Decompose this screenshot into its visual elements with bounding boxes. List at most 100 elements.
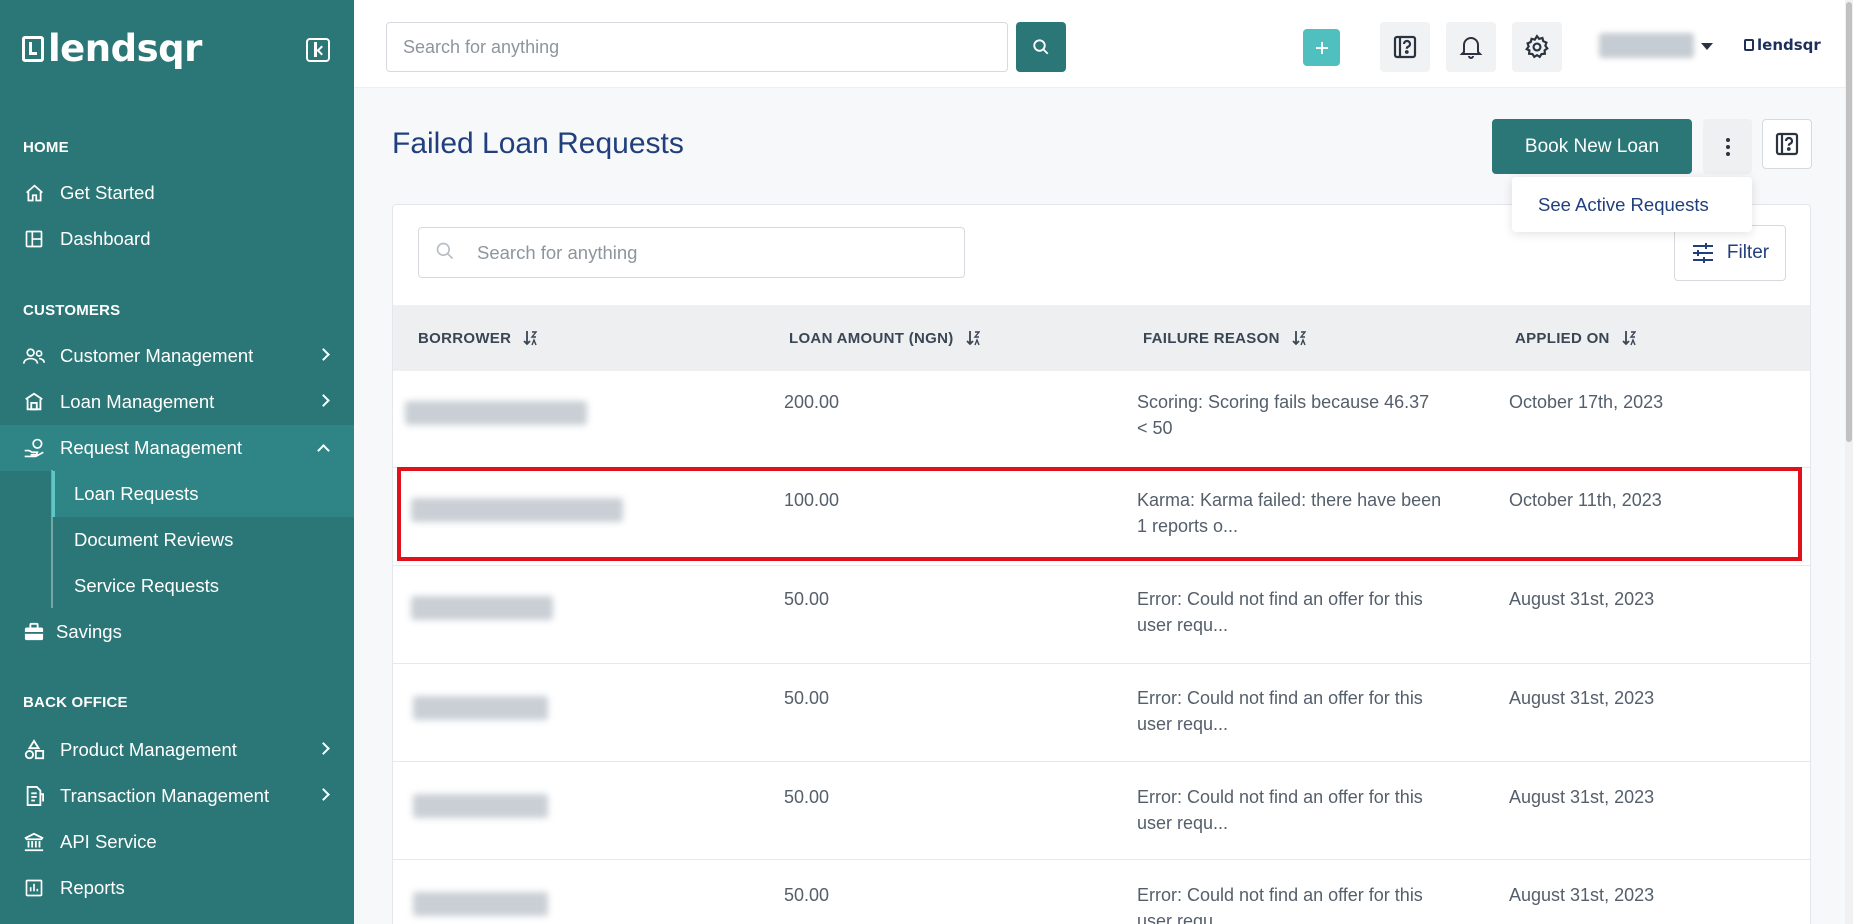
- page-scrollbar[interactable]: [1845, 0, 1853, 924]
- sidebar-item-service-requests[interactable]: Service Requests: [52, 563, 354, 609]
- table-row[interactable]: 50.00 Error: Could not find an offer for…: [393, 664, 1810, 762]
- sidebar-item-product-management[interactable]: Product Management: [0, 727, 354, 773]
- org-logo: lendsqr: [1744, 36, 1821, 54]
- table-search[interactable]: [418, 227, 965, 278]
- sidebar-item-savings[interactable]: Savings: [0, 609, 354, 655]
- sidebar-item-loan-requests[interactable]: Loan Requests: [52, 471, 354, 517]
- sidebar-item-label: Product Management: [60, 739, 237, 760]
- sidebar-item-label: Request Management: [60, 437, 243, 458]
- column-header-label: FAILURE REASON: [1143, 329, 1280, 347]
- column-header-label: APPLIED ON: [1515, 329, 1610, 347]
- sidebar-item-document-reviews[interactable]: Document Reviews: [52, 517, 354, 563]
- table-row[interactable]: 200.00 Scoring: Scoring fails because 46…: [393, 371, 1810, 468]
- sidebar-item-label: Reports: [60, 877, 125, 898]
- failure-reason-line: Error: Could not find an offer for this: [1137, 589, 1423, 609]
- user-name-blurred[interactable]: [1599, 33, 1694, 58]
- failure-reason-line: 1 reports o...: [1137, 516, 1239, 536]
- sidebar-item-request-management[interactable]: Request Management: [0, 425, 354, 471]
- borrower-name-blurred[interactable]: [413, 696, 548, 720]
- logo-mark-icon: [1744, 39, 1754, 51]
- applied-on-cell: August 31st, 2023: [1509, 589, 1655, 609]
- book-new-loan-button[interactable]: Book New Loan: [1492, 119, 1692, 174]
- sliders-icon: [1692, 243, 1713, 263]
- briefcase-icon: [23, 621, 45, 643]
- borrower-name-blurred[interactable]: [413, 892, 548, 916]
- sidebar-item-loan-management[interactable]: Loan Management: [0, 379, 354, 425]
- chevron-right-icon: [317, 742, 330, 755]
- failure-reason-line: user requ...: [1137, 714, 1229, 734]
- more-options-dropdown: See Active Requests: [1512, 177, 1752, 232]
- column-header-failure-reason[interactable]: FAILURE REASON: [1143, 305, 1306, 371]
- hand-money-icon: [23, 437, 45, 459]
- settings-button[interactable]: [1512, 22, 1562, 72]
- top-bar: lendsqr: [354, 0, 1853, 88]
- global-search-button[interactable]: [1016, 22, 1066, 72]
- gear-icon: [1525, 34, 1549, 59]
- more-options-button[interactable]: [1703, 119, 1752, 174]
- borrower-name-blurred[interactable]: [405, 401, 587, 425]
- bank-building-icon: [23, 391, 45, 413]
- page-title: Failed Loan Requests: [392, 127, 684, 160]
- sidebar-item-transaction-management[interactable]: Transaction Management: [0, 773, 354, 819]
- sidebar-item-dashboard[interactable]: Dashboard: [0, 216, 354, 262]
- borrower-name-blurred[interactable]: [413, 794, 548, 818]
- column-header-label: LOAN AMOUNT (NGN): [789, 329, 954, 347]
- applied-on-cell: October 17th, 2023: [1509, 392, 1664, 412]
- kebab-dot-icon: [1725, 144, 1730, 149]
- column-header-borrower[interactable]: BORROWER: [418, 305, 538, 371]
- table-row[interactable]: 50.00 Error: Could not find an offer for…: [393, 762, 1810, 860]
- section-customers: CUSTOMERS: [23, 302, 121, 319]
- search-icon: [1033, 39, 1049, 55]
- sort-icon[interactable]: [1622, 330, 1636, 346]
- table-row[interactable]: 50.00 Error: Could not find an offer for…: [393, 860, 1810, 924]
- borrower-name-blurred[interactable]: [411, 498, 623, 522]
- failure-reason-line: Error: Could not find an offer for this: [1137, 688, 1423, 708]
- filter-button[interactable]: Filter: [1674, 225, 1786, 281]
- sort-icon[interactable]: [1292, 330, 1306, 346]
- sidebar: lendsqr HOME Get Started Dashboard CUSTO…: [0, 0, 354, 924]
- kebab-dot-icon: [1725, 151, 1730, 156]
- shapes-icon: [23, 739, 45, 761]
- org-logo-text: lendsqr: [1757, 36, 1821, 54]
- help-book-icon: [1393, 35, 1417, 59]
- lendsqr-logo[interactable]: lendsqr: [22, 30, 202, 67]
- sidebar-item-reports[interactable]: Reports: [0, 865, 354, 911]
- chevron-up-icon: [317, 444, 330, 457]
- users-icon: [23, 345, 45, 367]
- global-search-input[interactable]: [386, 22, 1008, 72]
- scrollbar-thumb[interactable]: [1846, 2, 1852, 442]
- applied-on-cell: October 11th, 2023: [1509, 490, 1662, 510]
- failure-reason-line: user requ...: [1137, 911, 1229, 924]
- sort-icon[interactable]: [523, 330, 538, 346]
- applied-on-cell: August 31st, 2023: [1509, 787, 1655, 807]
- column-header-applied-on[interactable]: APPLIED ON: [1515, 305, 1636, 371]
- sidebar-item-get-started[interactable]: Get Started: [0, 170, 354, 216]
- notifications-button[interactable]: [1446, 22, 1496, 72]
- failure-reason-line: < 50: [1137, 418, 1173, 438]
- column-header-loan-amount[interactable]: LOAN AMOUNT (NGN): [789, 305, 980, 371]
- chevron-right-icon: [317, 394, 330, 407]
- sidebar-item-api-service[interactable]: API Service: [0, 819, 354, 865]
- table-search-input[interactable]: [477, 228, 957, 277]
- applied-on-cell: August 31st, 2023: [1509, 885, 1655, 905]
- see-active-requests-item[interactable]: See Active Requests: [1538, 194, 1709, 216]
- sort-icon[interactable]: [965, 330, 980, 346]
- dashboard-icon: [23, 228, 45, 250]
- caret-down-icon[interactable]: [1701, 43, 1713, 50]
- page-help-button[interactable]: [1762, 119, 1812, 169]
- sidebar-item-label: Customer Management: [60, 345, 254, 366]
- loan-amount-cell: 50.00: [784, 885, 830, 905]
- sidebar-item-customer-management[interactable]: Customer Management: [0, 333, 354, 379]
- help-book-icon: [1775, 132, 1799, 156]
- quick-add-button[interactable]: [1303, 29, 1340, 66]
- section-home: HOME: [23, 139, 69, 156]
- help-button[interactable]: [1380, 22, 1430, 72]
- table-row[interactable]: 50.00 Error: Could not find an offer for…: [393, 566, 1810, 664]
- filter-label: Filter: [1726, 242, 1770, 263]
- borrower-name-blurred[interactable]: [411, 596, 553, 620]
- institution-icon: [23, 831, 45, 853]
- chevron-right-icon: [317, 348, 330, 361]
- failure-reason-line: Error: Could not find an offer for this: [1137, 787, 1423, 807]
- table-row[interactable]: 100.00 Karma: Karma failed: there have b…: [393, 468, 1810, 566]
- collapse-sidebar-icon[interactable]: [306, 38, 330, 62]
